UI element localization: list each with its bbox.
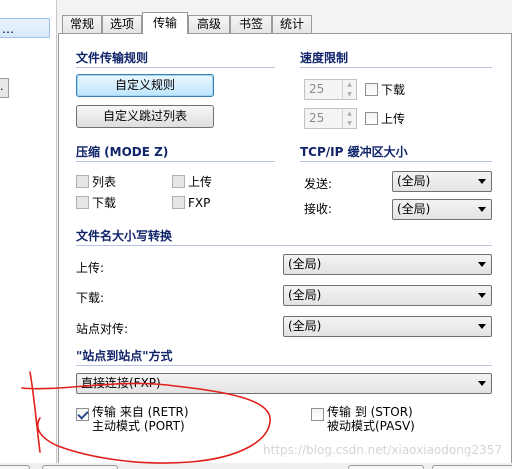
bottom-button-strip [0, 463, 512, 469]
send-buffer-combo[interactable]: (全局) [392, 171, 492, 192]
case-upload-value: (全局) [288, 257, 322, 271]
receive-buffer-combo[interactable]: (全局) [392, 199, 492, 220]
left-selected-item-label: … [2, 22, 14, 36]
section-divider [76, 365, 492, 366]
spin-down-icon[interactable]: ▼ [343, 90, 356, 99]
upload-speed-limit-checkbox[interactable] [365, 112, 378, 125]
retr-active-checkbox[interactable] [76, 408, 89, 421]
compress-fxp-checkbox[interactable] [172, 196, 185, 209]
case-site-to-site-combo[interactable]: (全局) [283, 316, 492, 337]
compression-title: 压缩 (MODE Z) [76, 145, 169, 159]
custom-skip-list-button[interactable]: 自定义跳过列表 [76, 105, 214, 128]
case-upload-combo[interactable]: (全局) [283, 254, 492, 275]
section-divider [300, 67, 492, 68]
case-download-combo[interactable]: (全局) [283, 285, 492, 306]
case-download-value: (全局) [288, 288, 322, 302]
section-divider [300, 161, 492, 162]
compress-download-label: 下载 [92, 196, 117, 210]
left-small-button-label: . [0, 80, 4, 93]
watermark: https://blog.csdn.net/xiaoxiaodong2357 [263, 443, 502, 457]
chevron-down-icon [478, 179, 486, 184]
tab-bookmarks[interactable]: 书签 [230, 15, 272, 33]
stor-label-line1: 传输 到 (STOR) [327, 405, 413, 419]
stor-passive-checkbox[interactable] [311, 408, 324, 421]
tab-transfer[interactable]: 传输 [142, 12, 188, 34]
tab-advanced-label: 高级 [196, 17, 221, 31]
section-divider [76, 245, 492, 246]
section-divider [76, 161, 275, 162]
upload-speed-spinner[interactable]: 25 ▲ ▼ [304, 108, 357, 129]
site-to-site-mode-combo[interactable]: 直接连接(FXP) [76, 373, 492, 394]
download-speed-limit-checkbox[interactable] [365, 83, 378, 96]
filename-case-title: 文件名大小写转换 [76, 229, 173, 243]
tab-options[interactable]: 选项 [102, 15, 142, 33]
spin-up-icon[interactable]: ▲ [343, 109, 356, 118]
site-to-site-title: "站点到站点"方式 [76, 349, 173, 363]
tcp-buffer-title: TCP/IP 缓冲区大小 [300, 145, 408, 159]
chevron-down-icon [478, 324, 486, 329]
custom-skip-list-button-label: 自定义跳过列表 [102, 109, 187, 123]
compress-list-label: 列表 [92, 175, 117, 189]
tab-bar: 常规 选项 传输 高级 书签 统计 [58, 0, 512, 34]
custom-rules-button[interactable]: 自定义规则 [76, 74, 214, 97]
bottom-button[interactable] [432, 465, 512, 469]
download-speed-spinner[interactable]: 25 ▲ ▼ [304, 79, 357, 100]
site-to-site-mode-value: 直接连接(FXP) [81, 376, 161, 390]
spinner-arrows: ▲ ▼ [342, 80, 356, 99]
compress-list-checkbox[interactable] [76, 175, 89, 188]
tab-options-label: 选项 [109, 17, 134, 31]
compress-download-checkbox[interactable] [76, 196, 89, 209]
compress-upload-checkbox[interactable] [172, 175, 185, 188]
compress-fxp-label: FXP [188, 196, 211, 210]
send-buffer-value: (全局) [397, 174, 431, 188]
receive-buffer-value: (全局) [397, 202, 431, 216]
tab-statistics-label: 统计 [279, 17, 304, 31]
spinner-arrows: ▲ ▼ [342, 109, 356, 128]
tab-general-label: 常规 [69, 17, 94, 31]
file-transfer-rules-title: 文件传输规则 [76, 51, 149, 65]
custom-rules-button-label: 自定义规则 [114, 78, 175, 92]
compress-upload-label: 上传 [188, 175, 213, 189]
left-small-button[interactable]: . [0, 78, 9, 98]
upload-speed-value: 25 [309, 111, 325, 125]
tab-statistics[interactable]: 统计 [272, 15, 312, 33]
retr-label-line1: 传输 来自 (RETR) [92, 405, 189, 419]
retr-label-line2: 主动模式 (PORT) [92, 419, 185, 433]
bottom-button[interactable] [0, 465, 30, 469]
stor-label-line2: 被动模式(PASV) [327, 419, 415, 433]
speed-limit-title: 速度限制 [300, 51, 349, 65]
section-divider [76, 67, 275, 68]
case-download-label: 下载: [76, 291, 105, 305]
tab-general[interactable]: 常规 [62, 15, 102, 33]
send-buffer-label: 发送: [304, 177, 333, 191]
chevron-down-icon [478, 293, 486, 298]
upload-speed-limit-label: 上传 [381, 112, 406, 126]
case-upload-label: 上传: [76, 261, 105, 275]
left-selected-item[interactable]: … [0, 18, 50, 38]
spin-down-icon[interactable]: ▼ [343, 119, 356, 128]
tab-advanced[interactable]: 高级 [188, 15, 230, 33]
bottom-button[interactable] [42, 465, 118, 469]
chevron-down-icon [478, 262, 486, 267]
download-speed-value: 25 [309, 82, 325, 96]
download-speed-limit-label: 下载 [381, 83, 406, 97]
transfer-tab-panel: 文件传输规则 自定义规则 自定义跳过列表 速度限制 25 ▲ ▼ 下载 25 ▲… [58, 33, 512, 469]
settings-window: … . 常规 选项 传输 高级 书签 统计 文件传输规则 自定义规则 自定义跳过… [0, 0, 512, 469]
left-pane: … . [0, 0, 57, 469]
receive-buffer-label: 接收: [304, 202, 333, 216]
case-site-to-site-value: (全局) [288, 319, 322, 333]
case-site-to-site-label: 站点对传: [76, 322, 129, 336]
bottom-button[interactable] [348, 465, 424, 469]
chevron-down-icon [478, 381, 486, 386]
tab-transfer-label: 传输 [152, 16, 177, 30]
tab-bookmarks-label: 书签 [238, 17, 263, 31]
spin-up-icon[interactable]: ▲ [343, 80, 356, 89]
chevron-down-icon [478, 207, 486, 212]
